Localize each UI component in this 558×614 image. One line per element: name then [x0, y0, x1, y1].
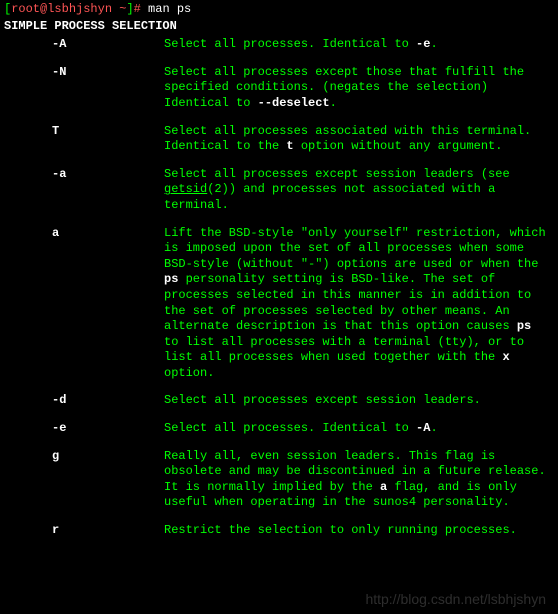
prompt-hash: # [134, 2, 148, 16]
option-row: -aSelect all processes except session le… [4, 167, 554, 214]
option-description: Select all processes except session lead… [100, 167, 554, 214]
section-header: SIMPLE PROCESS SELECTION [4, 19, 554, 35]
option-description: Really all, even session leaders. This f… [100, 449, 554, 511]
option-row: aLift the BSD-style "only yourself" rest… [4, 226, 554, 382]
option-flag: T [4, 124, 100, 140]
prompt-user: root [11, 2, 40, 16]
option-flag: -e [4, 421, 100, 437]
option-flag: r [4, 523, 100, 539]
option-flag: -A [4, 37, 100, 53]
option-description: Lift the BSD-style "only yourself" restr… [100, 226, 554, 382]
option-flag: -d [4, 393, 100, 409]
terminal-viewport[interactable]: [root@lsbhjshyn ~]# man ps SIMPLE PROCES… [0, 0, 558, 541]
option-description: Select all processes associated with thi… [100, 124, 554, 155]
options-list: -ASelect all processes. Identical to -e.… [4, 37, 554, 538]
option-flag: g [4, 449, 100, 465]
option-flag: a [4, 226, 100, 242]
option-description: Select all processes. Identical to -e. [100, 37, 446, 53]
prompt-close-bracket: ] [126, 2, 133, 16]
option-row: -ASelect all processes. Identical to -e. [4, 37, 554, 53]
option-row: rRestrict the selection to only running … [4, 523, 554, 539]
option-row: TSelect all processes associated with th… [4, 124, 554, 155]
watermark-text: http://blog.csdn.net/lsbhjshyn [365, 590, 546, 608]
option-row: gReally all, even session leaders. This … [4, 449, 554, 511]
prompt-path: ~ [112, 2, 126, 16]
option-row: -NSelect all processes except those that… [4, 65, 554, 112]
option-description: Select all processes except session lead… [100, 393, 489, 409]
option-description: Restrict the selection to only running p… [100, 523, 525, 539]
option-flag: -a [4, 167, 100, 183]
command-text: man ps [148, 2, 191, 16]
prompt-host: lsbhjshyn [47, 2, 112, 16]
option-description: Select all processes. Identical to -A. [100, 421, 446, 437]
prompt-line: [root@lsbhjshyn ~]# man ps [4, 2, 554, 18]
option-description: Select all processes except those that f… [100, 65, 554, 112]
option-row: -dSelect all processes except session le… [4, 393, 554, 409]
option-row: -eSelect all processes. Identical to -A. [4, 421, 554, 437]
option-flag: -N [4, 65, 100, 81]
